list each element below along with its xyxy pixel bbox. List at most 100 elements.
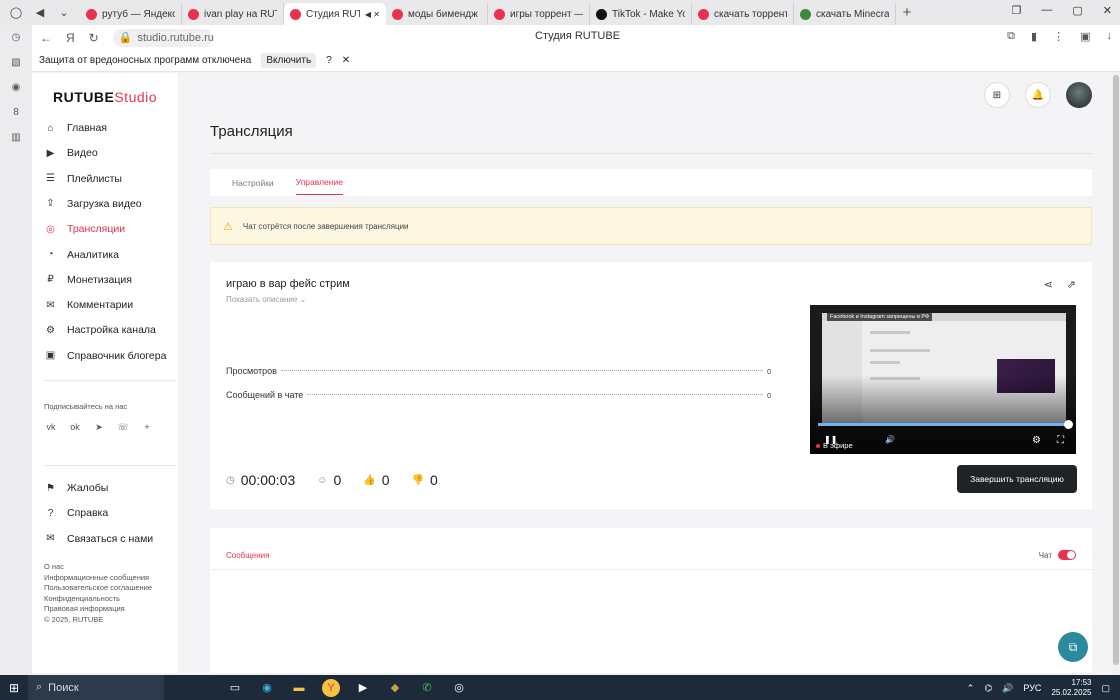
back-icon[interactable]: ← [40,31,52,45]
volume-tray-icon[interactable]: 🔊 [1002,683,1013,694]
player-progress[interactable] [818,423,1070,426]
yandex-browser-icon[interactable]: Y [322,678,340,697]
open-external-icon[interactable]: ⇗ [1067,278,1076,291]
sidebar-item[interactable]: ◎ Трансляции [44,221,125,237]
profile-icon[interactable]: ◯ [6,3,26,23]
chat-switch[interactable] [1058,550,1076,560]
collections-icon[interactable]: ▥ [8,129,24,145]
show-description-link[interactable]: Показать описание ⌄ [226,295,306,304]
browser-tab[interactable]: игры торрент — Я [488,3,590,25]
support-chat-button[interactable]: ⧉ [1058,632,1088,662]
close-icon[interactable]: ✕ [1103,4,1112,17]
sidebar-item[interactable]: ? Справка [44,505,108,521]
close-infobar-icon[interactable]: ✕ [342,55,350,66]
rutube-studio-logo[interactable]: RUTUBEStudio [53,89,157,105]
obs-icon[interactable]: ◎ [450,679,468,697]
sidebar-item[interactable]: ◔ Аналитика [44,247,119,263]
minecraft-icon[interactable]: ◆ [386,679,404,697]
tabs-menu-icon[interactable]: ⌄ [54,3,74,23]
translate-icon[interactable]: ⧉ [1007,30,1015,43]
viber-icon[interactable]: ☏ [116,420,130,434]
footer-link[interactable]: О нас [44,562,152,573]
tab-management[interactable]: Управление [295,177,343,195]
tabs-icon[interactable]: 8 [8,104,24,120]
sidebar-item[interactable]: ⚙ Настройка канала [44,322,156,338]
minimize-icon[interactable]: — [1041,4,1052,17]
sidebar-item[interactable]: ✉ Связаться с нами [44,531,153,547]
notifications-bell-icon[interactable]: 🔔 [1025,82,1051,108]
browser-tab[interactable]: моды бимендж р [386,3,488,25]
vk-icon[interactable]: vk [44,420,58,434]
browser-tab-controls: ◯ ◀ ⌄ [0,3,80,23]
notifications-icon[interactable]: ▢ [1101,683,1110,694]
history-icon[interactable]: ◷ [8,29,24,45]
tray-chevron-icon[interactable]: ⌃ [967,683,975,694]
telegram-icon[interactable]: ➤ [92,420,106,434]
share-icon[interactable]: ⋖ [1044,278,1053,291]
menu-icon[interactable]: ⋮ [1053,30,1064,43]
sidebar-item[interactable]: ▣ Справочник блогера [44,348,167,364]
footer-link[interactable]: Пользовательское соглашение [44,583,152,594]
sidebar-item[interactable]: ₽ Монетизация [44,272,132,288]
tab-settings[interactable]: Настройки [232,178,274,188]
fullscreen-icon[interactable]: ⛶ [1057,435,1064,446]
clock-date: 25.02.2025 [1051,688,1092,697]
volume-icon[interactable]: 🔊 [885,435,895,444]
extensions-icon[interactable]: ▣ [1080,30,1090,43]
download-icon[interactable]: ↓ [1107,30,1113,43]
browser-tab[interactable]: Студия RUTUB ◀ ✕ [284,3,386,25]
collections-icon[interactable]: ❐ [1012,4,1022,17]
sidebar-item[interactable]: ☰ Плейлисты [44,171,122,187]
reload-icon[interactable]: ↻ [89,31,99,45]
more-social-icon[interactable]: + [140,420,154,434]
help-icon[interactable]: ? [326,55,332,66]
footer-link[interactable]: Информационные сообщения [44,573,152,584]
edge-icon[interactable]: ◉ [258,679,276,697]
alice-icon[interactable]: ◉ [8,79,24,95]
end-broadcast-button[interactable]: Завершить трансляцию [957,465,1077,493]
mute-icon[interactable]: ◀ [30,3,50,23]
whatsapp-icon[interactable]: ✆ [418,679,436,697]
page-scrollbar[interactable] [1112,73,1120,675]
sidebar-item[interactable]: ▶ Видео [44,145,98,161]
url-field[interactable]: 🔒 studio.rutube.ru [112,28,214,47]
sidebar-item[interactable]: ✉ Комментарии [44,297,133,313]
tab-messages[interactable]: Сообщения [226,551,270,570]
chat-toggle[interactable]: Чат [1039,550,1076,560]
metric-viewers: ☺ 0 [317,472,341,488]
explorer-icon[interactable]: ▬ [290,679,308,697]
browser-tab[interactable]: скачать Minecraft [794,3,896,25]
browser-tab-label: скачать торрент м [714,8,787,20]
language-indicator[interactable]: РУС [1023,683,1041,693]
odnoklassniki-icon[interactable]: ok [68,420,82,434]
clock[interactable]: 17:53 25.02.2025 [1051,678,1091,698]
taskbar-search[interactable]: ⌕ Поиск [28,675,164,700]
add-video-button[interactable]: ⊞ [984,82,1010,108]
maximize-icon[interactable]: ▢ [1072,4,1082,17]
task-view-icon[interactable]: ▭ [226,679,244,697]
close-tab-icon[interactable]: ◀ ✕ [365,10,380,19]
video-player[interactable]: Facebook и Instagram запрещены в РФ ❚❚ 🔊… [810,305,1076,454]
new-tab-button[interactable]: + [896,4,918,21]
enable-protection-button[interactable]: Включить [261,53,317,68]
page-title-center: Студия RUTUBE [535,30,621,42]
browser-tab[interactable]: скачать торрент м [692,3,794,25]
bookmark-icon[interactable]: ▮ [1031,30,1037,43]
media-player-icon[interactable]: ▶ [354,679,372,697]
sidebar-item[interactable]: ⌂ Главная [44,120,107,136]
sidebar-item[interactable]: ⇪ Загрузка видео [44,196,141,212]
player-progress-knob[interactable] [1064,420,1073,429]
avatar[interactable] [1066,82,1092,108]
gear-icon[interactable]: ⚙ [1032,435,1041,446]
windows-start-icon[interactable]: ⊞ [0,675,28,700]
yandex-icon[interactable]: Я [66,31,75,45]
viewers-value: 0 [333,472,342,488]
browser-tab[interactable]: ivan play на RUTUB [182,3,284,25]
browser-tab[interactable]: TikTok - Make You [590,3,692,25]
gallery-icon[interactable]: ▧ [8,54,24,70]
network-icon[interactable]: ⌬ [984,683,992,694]
browser-tab[interactable]: рутуб — Яндекс: н [80,3,182,25]
sidebar-item[interactable]: ⚑ Жалобы [44,480,108,496]
footer-link[interactable]: Правовая информация [44,604,152,615]
footer-link[interactable]: Конфиденциальность [44,594,152,605]
